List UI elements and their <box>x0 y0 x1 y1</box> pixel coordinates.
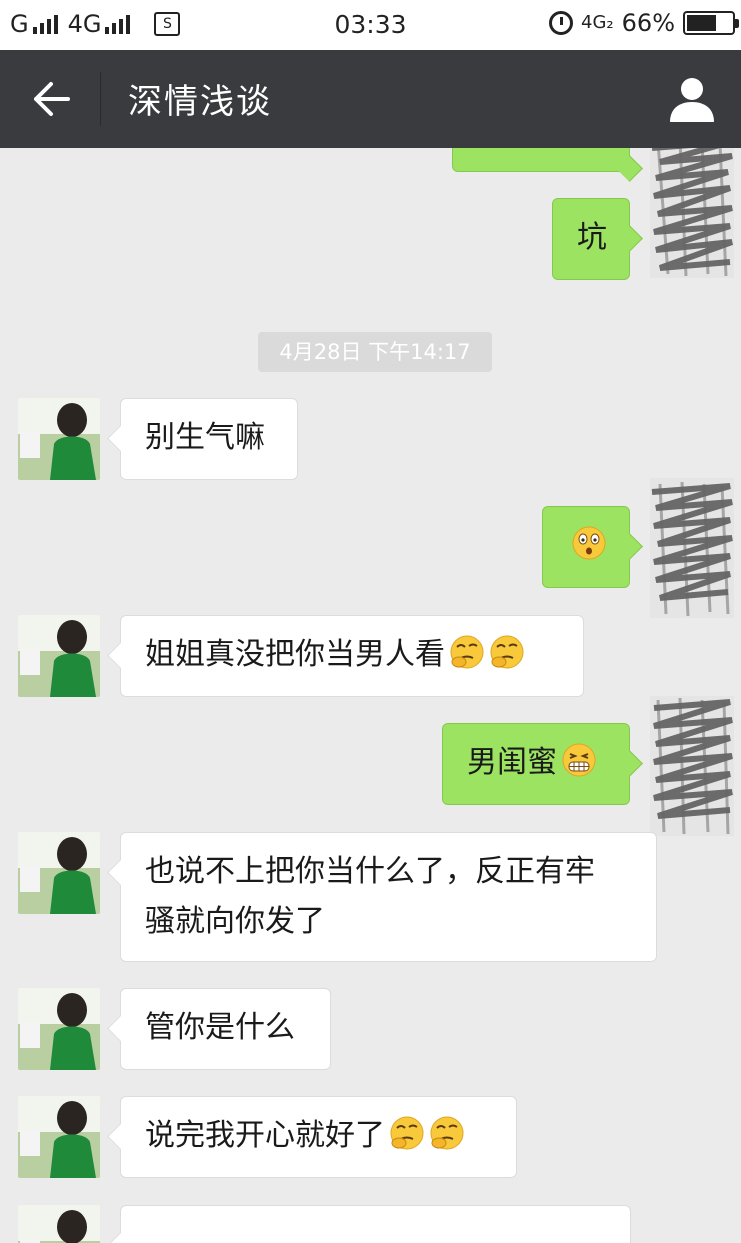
battery-percent: 66% <box>621 9 675 37</box>
battery-icon <box>683 11 739 35</box>
message-list[interactable]: 坑 4月28日 下午14:17 别生气嘛 姐姐真没把你当男人看 男闺蜜 也说不上… <box>0 148 741 1243</box>
message-text-line1: 也说不上把你当什么了，反正有牢 <box>145 854 595 889</box>
contact-profile-button[interactable] <box>667 74 717 124</box>
header-divider <box>100 72 101 126</box>
message-timestamp: 4月28日 下午14:17 <box>258 332 492 372</box>
back-arrow-icon <box>34 82 70 116</box>
message-text: 管你是什么 <box>145 1010 295 1045</box>
contact-avatar[interactable] <box>18 832 100 914</box>
self-avatar-redacted <box>650 148 734 278</box>
message-bubble-other[interactable]: 也说不上把你当什么了，反正有牢 骚就向你发了 <box>120 832 657 962</box>
thinking-face-emoji <box>430 1116 464 1150</box>
back-button[interactable] <box>22 72 80 126</box>
chat-title: 深情浅谈 <box>128 82 272 122</box>
message-bubble-other[interactable]: 说完我开心就好了 <box>120 1096 517 1178</box>
message-bubble-other[interactable]: 管你是什么 <box>120 988 331 1070</box>
message-text: 别生气嘛 <box>145 420 265 455</box>
thinking-face-emoji <box>390 1116 424 1150</box>
message-text-line2: 骚就向你发了 <box>145 904 325 939</box>
message-bubble-other[interactable]: 姐姐真没把你当男人看 <box>120 615 584 697</box>
message-bubble-other[interactable]: 别生气嘛 <box>120 398 298 480</box>
message-text: 坑 <box>577 220 607 255</box>
contact-avatar[interactable] <box>18 1096 100 1178</box>
contact-avatar[interactable] <box>18 398 100 480</box>
contact-avatar[interactable] <box>18 615 100 697</box>
alarm-clock-icon <box>549 11 574 35</box>
contact-avatar[interactable] <box>18 1205 100 1243</box>
thinking-face-emoji <box>450 635 484 669</box>
self-avatar-redacted <box>650 696 734 836</box>
chat-header: 深情浅谈 <box>0 50 741 148</box>
message-text: 说完我开心就好了 <box>145 1118 385 1153</box>
grinning-face-emoji <box>562 743 596 777</box>
thinking-face-emoji <box>490 635 524 669</box>
message-bubble-self[interactable]: 坑 <box>552 198 630 280</box>
self-avatar-redacted <box>650 478 734 618</box>
message-text: 姐姐真没把你当男人看 <box>145 637 445 672</box>
message-bubble-self[interactable] <box>542 506 630 588</box>
message-bubble-self[interactable]: 男闺蜜 <box>442 723 630 805</box>
message-text: 男闺蜜 <box>467 745 557 780</box>
surprised-face-emoji <box>572 526 606 560</box>
message-bubble-other[interactable] <box>120 1205 631 1243</box>
status-right: 4G₂ 66% <box>549 9 739 37</box>
battery-fill <box>687 15 717 31</box>
status-bar: G 4G S 03:33 4G₂ 66% <box>0 0 741 50</box>
person-icon <box>670 78 714 122</box>
message-bubble-self[interactable] <box>452 148 630 172</box>
network-type-label: 4G₂ <box>581 12 614 33</box>
contact-avatar[interactable] <box>18 988 100 1070</box>
